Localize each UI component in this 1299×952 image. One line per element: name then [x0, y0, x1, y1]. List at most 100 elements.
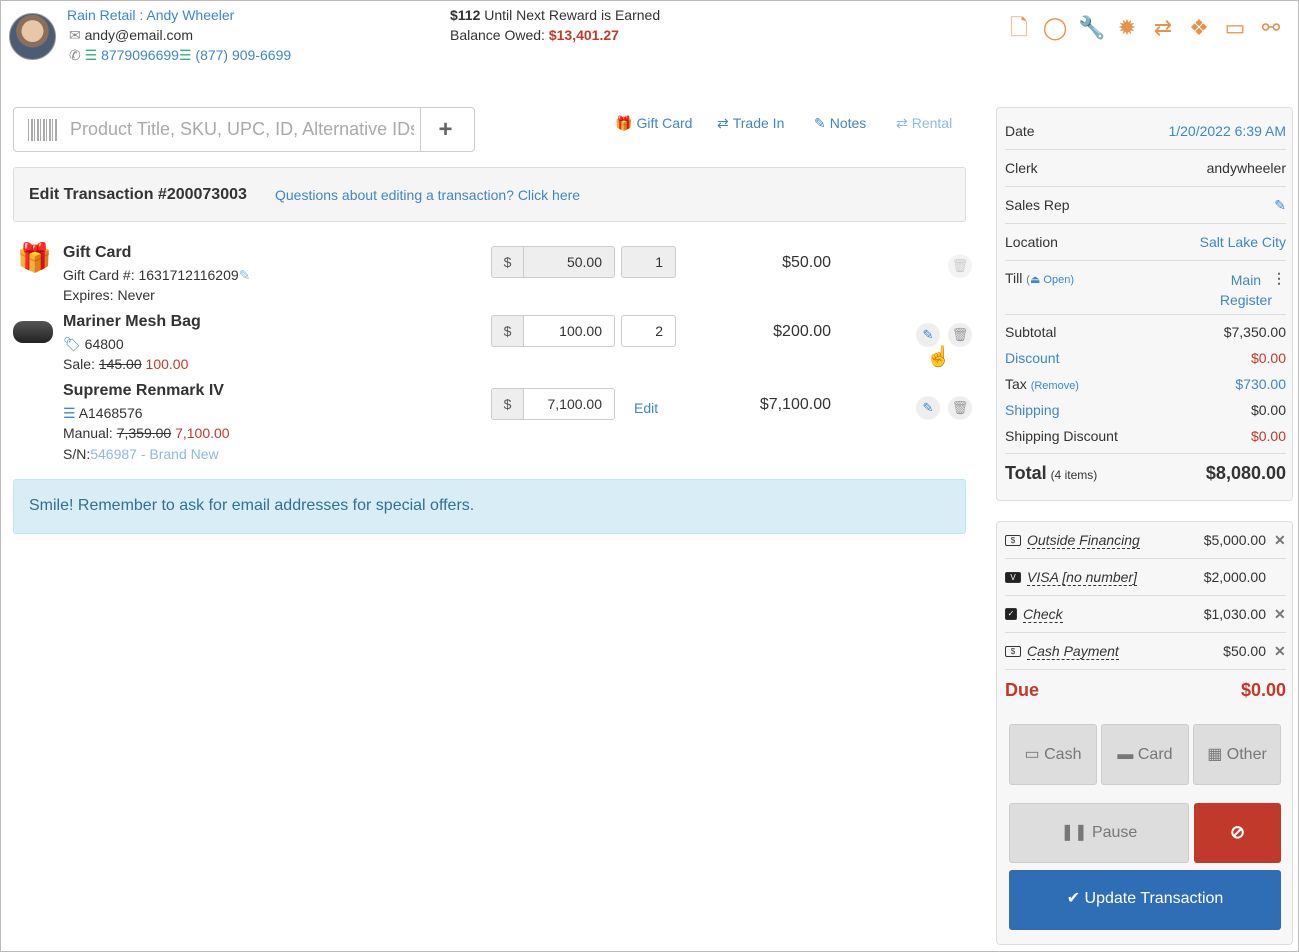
update-label: Update Transaction — [1084, 890, 1224, 907]
chat-icon[interactable]: ◯ — [1042, 15, 1068, 41]
payment-name[interactable]: Check — [1023, 606, 1063, 623]
remove-icon[interactable]: ✕ — [1274, 532, 1286, 549]
notes-button[interactable]: ✎ Notes — [814, 115, 866, 132]
phone-number-2[interactable]: (877) 909-6699 — [195, 47, 291, 63]
sms-icon-2[interactable]: ☰ — [179, 47, 192, 63]
separator: : — [135, 7, 147, 23]
payment-row: $ Outside Financing $5,000.00 ✕ — [1005, 522, 1286, 559]
payment-name[interactable]: Cash Payment — [1027, 643, 1119, 660]
search-input[interactable] — [64, 108, 420, 151]
price-input: 50.00 — [524, 247, 614, 277]
customer-phone: ✆ ☰ 8779096699☰ (877) 909-6699 — [69, 47, 291, 64]
email-text: andy@email.com — [84, 27, 193, 43]
sms-icon[interactable]: ☰ — [85, 47, 98, 63]
phone-number-1[interactable]: 8779096699 — [101, 47, 179, 63]
customer-link[interactable]: Rain Retail : Andy Wheeler — [67, 7, 234, 23]
till-value-line2: Register — [1219, 292, 1272, 308]
edit-title: Edit Transaction #200073003 — [29, 186, 247, 203]
till-status[interactable]: (⏏ Open) — [1026, 274, 1074, 286]
money-icon: ▭ — [1024, 746, 1040, 763]
customer-avatar[interactable] — [9, 13, 56, 60]
update-transaction-button[interactable]: ✔ Update Transaction — [1009, 870, 1281, 930]
edit-help-link[interactable]: Questions about editing a transaction? C… — [275, 187, 580, 203]
location-value[interactable]: Salt Lake City — [1200, 234, 1286, 250]
document-icon[interactable]: 🗋 — [1006, 15, 1032, 41]
pause-button[interactable]: ❚❚ Pause — [1009, 803, 1189, 863]
customer-name[interactable]: Andy Wheeler — [146, 7, 234, 23]
wrench-icon[interactable]: 🔧 — [1078, 15, 1105, 41]
payment-name[interactable]: VISA [no number] — [1027, 569, 1137, 586]
location-label: Location — [1005, 234, 1058, 250]
item-title[interactable]: Supreme Renmark IV — [63, 382, 224, 400]
gift-card-button[interactable]: 🎁 Gift Card — [615, 115, 692, 132]
date-value[interactable]: 1/20/2022 6:39 AM — [1168, 123, 1286, 139]
clerk-label: Clerk — [1005, 160, 1038, 176]
item-title[interactable]: Mariner Mesh Bag — [63, 313, 201, 331]
edit-icon[interactable]: ✎ — [916, 396, 940, 420]
price-field[interactable]: $ 7,100.00 — [491, 388, 615, 420]
add-item-button[interactable]: + — [420, 108, 470, 151]
pencil-icon[interactable]: ✎ — [1274, 197, 1286, 214]
reward-text: Until Next Reward is Earned — [484, 7, 661, 23]
date-label: Date — [1005, 123, 1035, 139]
shipping-link[interactable]: Shipping — [1005, 402, 1060, 418]
gift-card-label: Gift Card — [636, 115, 693, 131]
trash-icon[interactable]: 🗑 — [948, 396, 972, 420]
trash-icon[interactable]: 🗑 — [948, 323, 972, 347]
transfer-icon[interactable]: ⇄ — [1150, 15, 1176, 41]
item-sku: 🏷 64800 — [63, 336, 124, 353]
trade-in-button[interactable]: ⇄ Trade In — [717, 115, 784, 132]
subtotal-label: Subtotal — [1005, 324, 1057, 340]
visa-icon: V — [1005, 571, 1021, 583]
badge-icon[interactable]: ✹ — [1114, 15, 1140, 41]
payment-name[interactable]: Outside Financing — [1027, 532, 1140, 549]
total-items: (4 items) — [1050, 468, 1098, 482]
item-title: Gift Card — [63, 244, 132, 261]
till-value[interactable]: Main Register — [1220, 270, 1272, 314]
remove-icon[interactable]: ✕ — [1274, 643, 1286, 660]
shipping-discount-value: $0.00 — [1250, 428, 1286, 444]
price-field: $ 50.00 — [491, 246, 615, 278]
price-field[interactable]: $ 100.00 — [491, 315, 615, 347]
quantity-input[interactable]: 2 — [621, 315, 676, 347]
gift-card-expiry: Expires: Never — [63, 287, 155, 303]
gift-card-icon: 🎁 — [17, 242, 52, 273]
cancel-transaction-button[interactable]: ⊘ — [1194, 803, 1281, 863]
due-label: Due — [1005, 680, 1040, 700]
rental-button[interactable]: ⇄ Rental — [896, 115, 952, 132]
sales-rep-row: Sales Rep ✎ — [1005, 187, 1286, 224]
other-button[interactable]: ▦ Other — [1193, 724, 1281, 785]
manual-price-line: Manual: 7,359.00 7,100.00 — [63, 425, 230, 441]
shipping-discount-row: Shipping Discount $0.00 — [1005, 428, 1286, 454]
pause-icon: ❚❚ — [1060, 824, 1088, 841]
kebab-menu-icon[interactable]: ⋮ — [1272, 270, 1286, 287]
handshake-icon[interactable]: ⚯ — [1258, 15, 1284, 41]
credit-card-icon: ▬ — [1117, 746, 1134, 763]
sn-value[interactable]: 546987 - Brand New — [90, 446, 218, 462]
edit-transaction-banner: Edit Transaction #200073003 Questions ab… — [13, 167, 966, 222]
discount-link[interactable]: Discount — [1005, 350, 1059, 366]
store-name[interactable]: Rain Retail — [67, 7, 135, 23]
new-price: 100.00 — [145, 356, 189, 372]
notes-label: Notes — [829, 115, 867, 131]
remove-icon[interactable]: ✕ — [1274, 606, 1286, 623]
discount-row: Discount $0.00 — [1005, 350, 1286, 366]
date-row: Date 1/20/2022 6:39 AM — [1005, 113, 1286, 150]
tax-value[interactable]: $730.00 — [1235, 376, 1286, 392]
price-input[interactable]: 100.00 — [524, 316, 614, 346]
cash-button[interactable]: ▭ Cash — [1009, 724, 1097, 785]
manual-label: Manual: — [63, 425, 117, 441]
pencil-icon[interactable]: ✎ — [239, 267, 251, 283]
sn-label: S/N: — [63, 446, 91, 462]
total-label-group: Total (4 items) — [1005, 463, 1097, 484]
dropbox-icon[interactable]: ❖ — [1186, 15, 1212, 41]
tax-remove-link[interactable]: (Remove) — [1031, 380, 1079, 392]
ban-icon: ⊘ — [1229, 822, 1246, 842]
price-input[interactable]: 7,100.00 — [524, 389, 614, 419]
exchange-icon: ⇄ — [896, 115, 908, 131]
currency-symbol: $ — [492, 389, 524, 419]
card-button[interactable]: ▬ Card — [1101, 724, 1189, 785]
item-sku: ☰ A1468576 — [63, 405, 143, 422]
ticket-icon[interactable]: ▭ — [1222, 15, 1248, 41]
edit-serial-link[interactable]: Edit — [634, 400, 658, 416]
